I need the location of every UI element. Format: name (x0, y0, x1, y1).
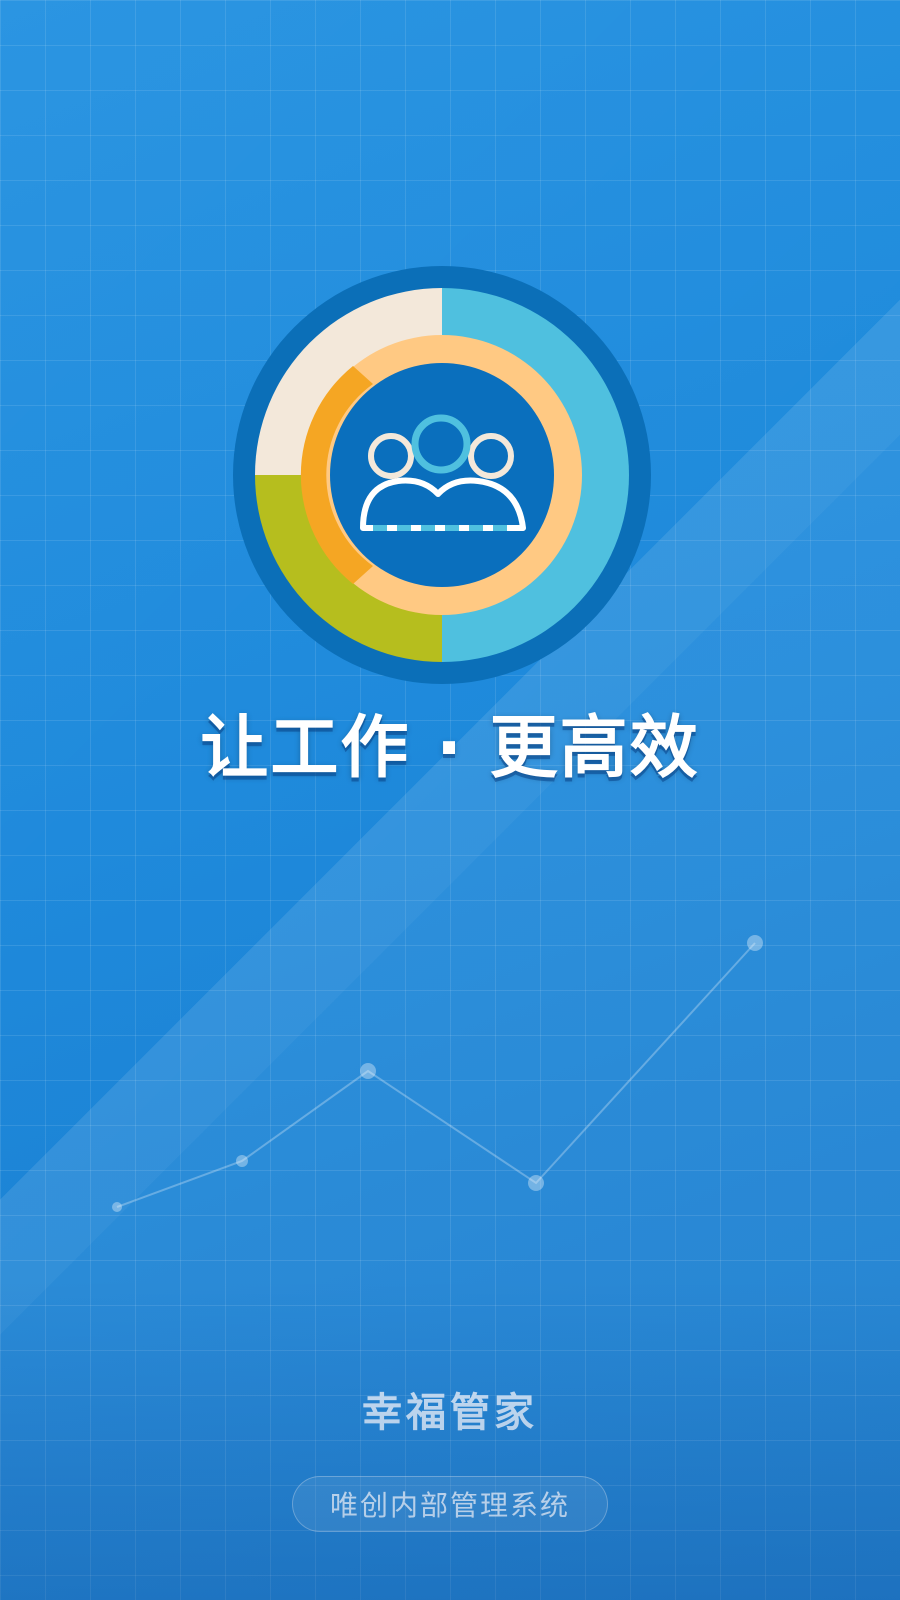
people-group-icon (360, 414, 526, 531)
logo-center (330, 363, 554, 587)
app-logo-graphic (233, 266, 651, 684)
subtitle-pill: 唯创内部管理系统 (292, 1476, 608, 1532)
app-logo (233, 266, 651, 684)
background-grid (0, 0, 900, 1600)
app-name: 幸福管家 (362, 1390, 538, 1436)
splash-screen: 让工作 · 更高效 幸福管家 唯创内部管理系统 (0, 0, 900, 1600)
headline-slogan: 让工作 · 更高效 (200, 709, 700, 788)
subtitle-text: 唯创内部管理系统 (329, 1489, 570, 1522)
